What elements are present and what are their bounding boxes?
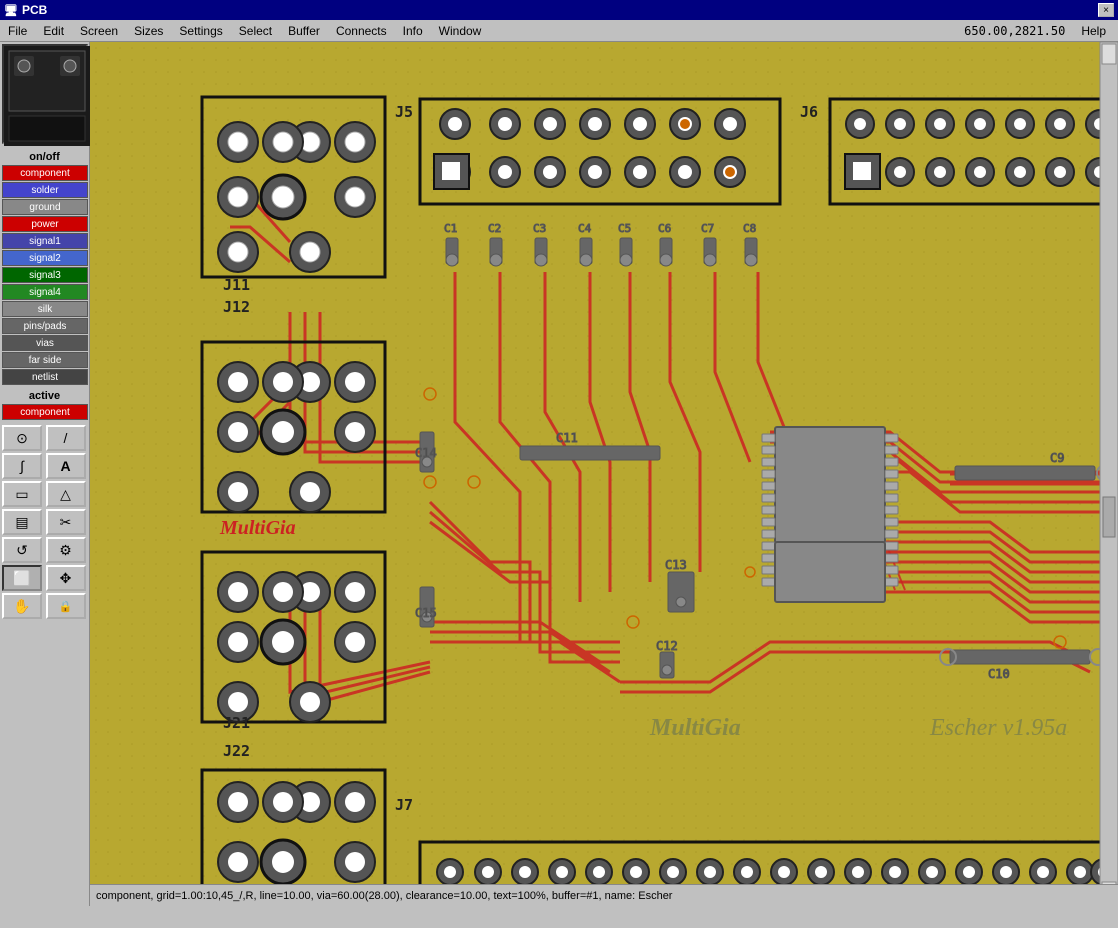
svg-text:J11: J11 xyxy=(223,276,250,294)
text-tool[interactable]: A xyxy=(46,453,86,479)
coordinates-display: 650.00,2821.50 xyxy=(964,24,1065,38)
active-label: active xyxy=(2,390,87,402)
svg-text:C10: C10 xyxy=(988,667,1010,681)
statusbar: component, grid=1.00:10,45_/,R, line=10.… xyxy=(90,884,1118,906)
svg-text:C7: C7 xyxy=(701,222,714,235)
menu-select[interactable]: Select xyxy=(231,22,280,40)
menu-edit[interactable]: Edit xyxy=(35,22,72,40)
toolbox: ⊙ / ∫ A ▭ △ ▤ ✂ ↺ ⚙ ⬜ ✥ ✋ 🔒 xyxy=(2,425,87,619)
layer-farside[interactable]: far side xyxy=(2,352,88,368)
settings-tool[interactable]: ⚙ xyxy=(46,537,86,563)
layer-component[interactable]: component xyxy=(2,165,88,181)
onoff-label: on/off xyxy=(2,151,87,163)
layer-signal3[interactable]: signal3 xyxy=(2,267,88,283)
svg-text:C5: C5 xyxy=(618,222,631,235)
move-tool[interactable]: ✥ xyxy=(46,565,86,591)
menu-window[interactable]: Window xyxy=(431,22,490,40)
title-icon: 🖥 xyxy=(4,4,18,17)
menu-connects[interactable]: Connects xyxy=(328,22,395,40)
main-area: on/off component solder ground power sig… xyxy=(0,42,1118,906)
svg-text:C1: C1 xyxy=(444,222,457,235)
svg-text:J5: J5 xyxy=(395,103,413,121)
pcb-canvas[interactable]: J11 J12 xyxy=(90,42,1118,906)
layer-vias[interactable]: vias xyxy=(2,335,88,351)
sidebar: on/off component solder ground power sig… xyxy=(0,42,90,906)
layer-silk[interactable]: silk xyxy=(2,301,88,317)
active-layer-display[interactable]: component xyxy=(2,404,88,420)
svg-text:MultiGia: MultiGia xyxy=(649,715,741,741)
svg-text:MultiGia: MultiGia xyxy=(219,517,296,539)
via-tool[interactable]: ⊙ xyxy=(2,425,42,451)
layer-signal4[interactable]: signal4 xyxy=(2,284,88,300)
svg-text:C4: C4 xyxy=(578,222,592,235)
app-title: PCB xyxy=(22,3,47,17)
svg-text:J22: J22 xyxy=(223,742,250,760)
scissors-tool[interactable]: ✂ xyxy=(46,509,86,535)
pcb-svg[interactable]: J11 J12 xyxy=(90,42,1118,906)
svg-text:J6: J6 xyxy=(800,103,818,121)
layer-signal2[interactable]: signal2 xyxy=(2,250,88,266)
menu-info[interactable]: Info xyxy=(395,22,431,40)
lock-tool[interactable]: 🔒 xyxy=(46,593,86,619)
svg-text:C9: C9 xyxy=(1050,451,1064,465)
layer-solder[interactable]: solder xyxy=(2,182,88,198)
preview-box xyxy=(2,44,88,144)
menu-screen[interactable]: Screen xyxy=(72,22,126,40)
layer-pinspads[interactable]: pins/pads xyxy=(2,318,88,334)
svg-text:C6: C6 xyxy=(658,222,671,235)
layer-netlist[interactable]: netlist xyxy=(2,369,88,385)
status-text: component, grid=1.00:10,45_/,R, line=10.… xyxy=(96,890,672,902)
svg-text:J12: J12 xyxy=(223,298,250,316)
menubar: File Edit Screen Sizes Settings Select B… xyxy=(0,20,1118,42)
layer-signal1[interactable]: signal1 xyxy=(2,233,88,249)
arc-tool[interactable]: ∫ xyxy=(2,453,42,479)
titlebar: 🖥 PCB × xyxy=(0,0,1118,20)
svg-text:J21: J21 xyxy=(223,714,250,732)
svg-text:C13: C13 xyxy=(665,558,687,572)
svg-text:C3: C3 xyxy=(533,222,546,235)
menu-settings[interactable]: Settings xyxy=(171,22,230,40)
svg-text:Escher v1.95a: Escher v1.95a xyxy=(929,715,1067,741)
layer-ground[interactable]: ground xyxy=(2,199,88,215)
menu-file[interactable]: File xyxy=(0,22,35,40)
menu-buffer[interactable]: Buffer xyxy=(280,22,328,40)
line-tool[interactable]: / xyxy=(46,425,86,451)
svg-text:C8: C8 xyxy=(743,222,756,235)
hand-tool[interactable]: ✋ xyxy=(2,593,42,619)
svg-text:C2: C2 xyxy=(488,222,501,235)
buffer-tool[interactable]: ▤ xyxy=(2,509,42,535)
svg-text:C14: C14 xyxy=(415,446,437,460)
svg-text:C15: C15 xyxy=(415,606,437,620)
svg-text:C11: C11 xyxy=(556,431,578,445)
svg-text:J7: J7 xyxy=(395,796,413,814)
svg-text:C12: C12 xyxy=(656,639,678,653)
layer-power[interactable]: power xyxy=(2,216,88,232)
menu-help[interactable]: Help xyxy=(1073,22,1114,40)
poly-tool[interactable]: △ xyxy=(46,481,86,507)
rotate-tool[interactable]: ↺ xyxy=(2,537,42,563)
rect-tool[interactable]: ▭ xyxy=(2,481,42,507)
select-box-tool[interactable]: ⬜ xyxy=(2,565,42,591)
menu-sizes[interactable]: Sizes xyxy=(126,22,171,40)
close-button[interactable]: × xyxy=(1098,3,1114,17)
